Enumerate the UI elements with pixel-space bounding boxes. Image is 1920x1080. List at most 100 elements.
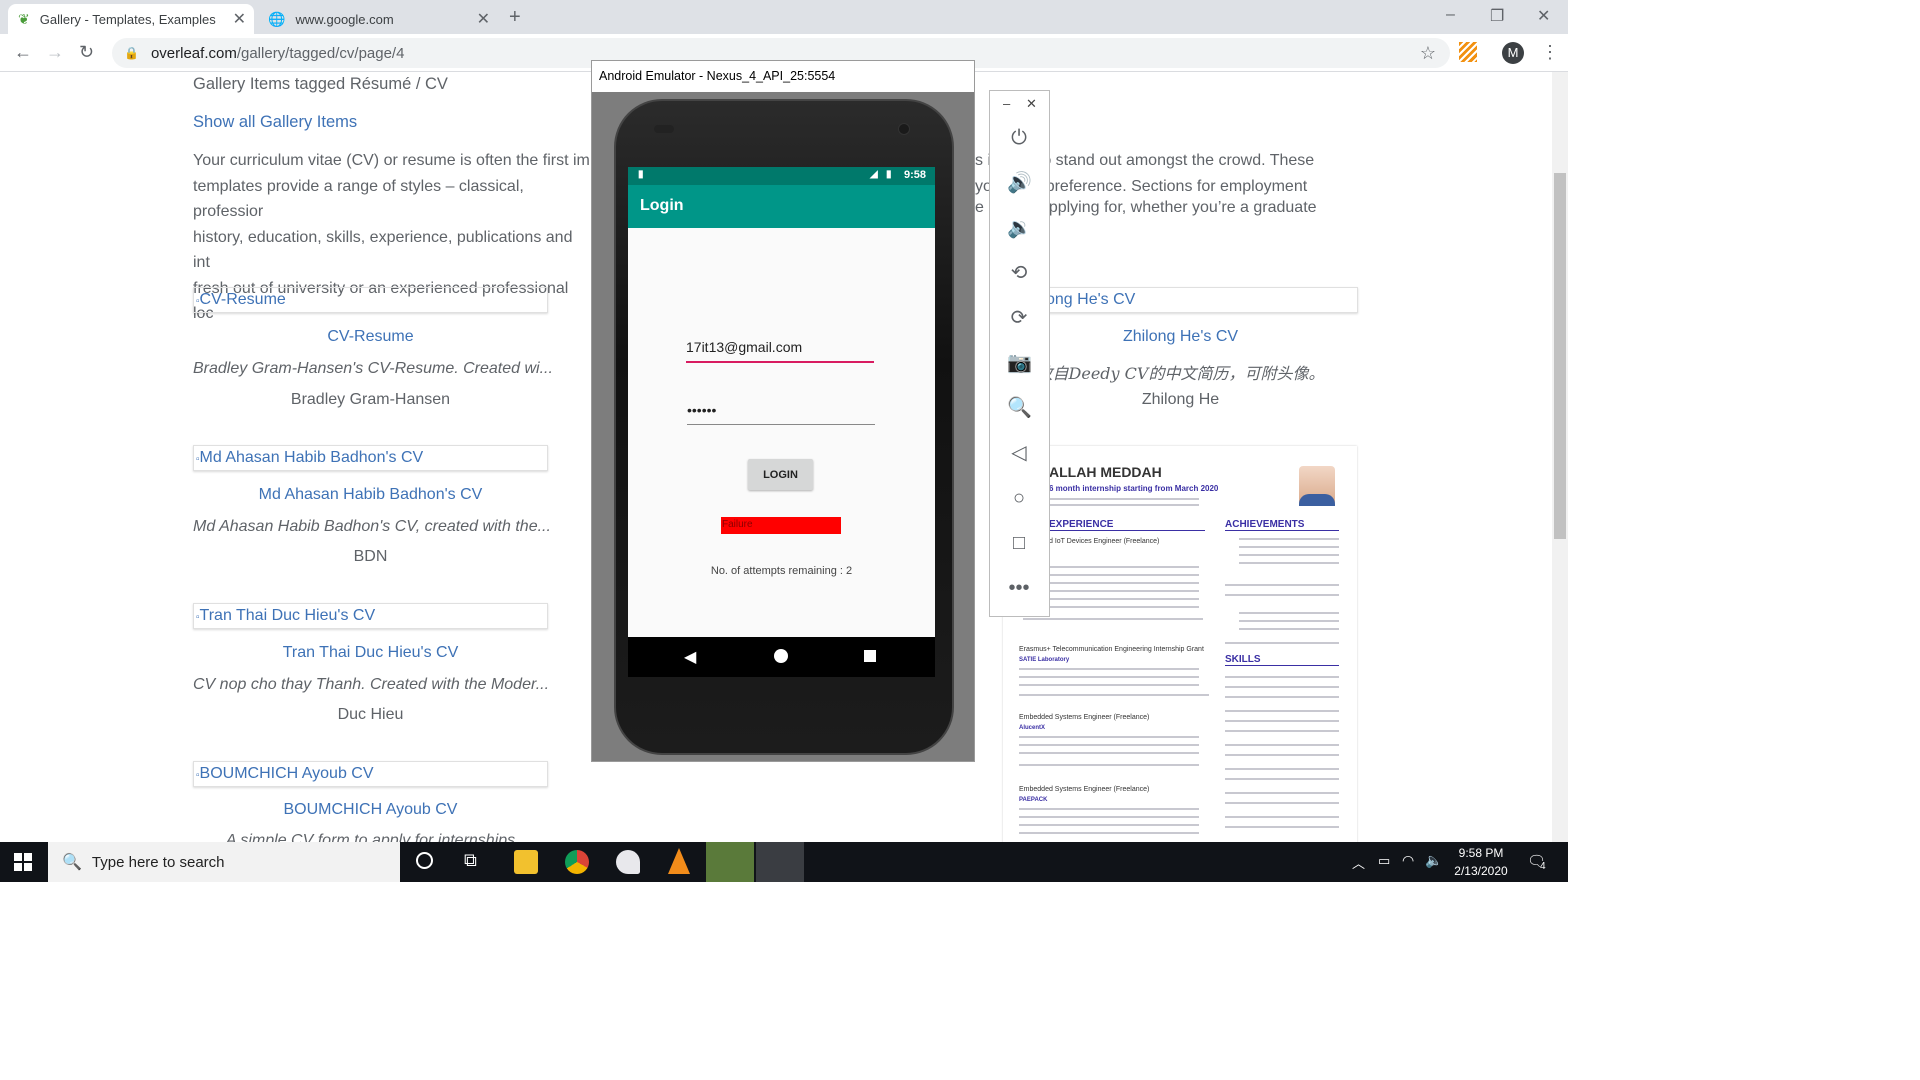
android-status-bar: ▮ ◢ ▮ 9:58 [628, 167, 935, 185]
login-button[interactable]: LOGIN [748, 459, 813, 490]
taskbar-search[interactable]: 🔍 Type here to search [48, 842, 400, 882]
android-back-icon[interactable]: ◀ [684, 647, 696, 667]
paint-icon[interactable] [616, 850, 640, 874]
bookmark-star-icon[interactable]: ☆ [1420, 43, 1436, 64]
notification-count: 4 [1540, 861, 1546, 872]
speaker-tray-icon[interactable]: 🔈 [1425, 852, 1442, 869]
close-tab-icon[interactable]: ✕ [233, 9, 246, 29]
phone-screen: ▮ ◢ ▮ 9:58 Login LOGIN Failure No. of at… [628, 167, 935, 637]
tab-title: Gallery - Templates, Examples an [39, 11, 220, 27]
card-author: Bradley Gram-Hansen [290, 391, 451, 408]
tab-google[interactable]: 🌐 www.google.com ✕ [258, 4, 498, 34]
card-title[interactable]: CV-Resume [193, 328, 548, 346]
url-host: overleaf.com [150, 44, 237, 62]
android-emulator-window: Android Emulator - Nexus_4_API_25:5554 ▮… [591, 60, 975, 762]
forward-arrow-icon[interactable]: → [46, 42, 64, 63]
battery-icon: ▮ [886, 169, 892, 180]
cv-photo [1299, 466, 1335, 506]
cv-preview-image[interactable]: ALLAH MEDDAH 6 month internship starting… [1003, 446, 1357, 842]
card-title[interactable]: Md Ahasan Habib Badhon's CV [193, 486, 548, 504]
card-author: BDN [353, 548, 388, 565]
android-home-icon[interactable] [774, 649, 788, 663]
clock-time: 9:58 PM [1458, 846, 1504, 860]
card-description: 改自Deedy CV的中文简历，可附头像。 [1036, 364, 1325, 383]
card-description: CV nop cho thay Thanh. Created with the … [193, 676, 550, 693]
android-studio-icon[interactable] [706, 842, 754, 882]
task-view-icon[interactable]: ⧉ [464, 850, 477, 871]
windows-start-icon[interactable] [14, 853, 32, 871]
toolbar-minimize-icon[interactable]: – [1003, 96, 1010, 111]
cv-company: SATIE Laboratory [1019, 657, 1070, 663]
tray-chevron-icon[interactable]: ︿ [1352, 853, 1365, 872]
close-window-button[interactable]: ✕ [1537, 6, 1550, 26]
toolbar-close-icon[interactable]: ✕ [1026, 96, 1037, 112]
cv-job: Embedded Systems Engineer (Freelance) [1019, 714, 1150, 721]
emulator-title: Android Emulator - Nexus_4_API_25:5554 [592, 61, 974, 92]
page-scrollbar[interactable] [1552, 72, 1568, 842]
camera-icon[interactable]: 📷 [1007, 351, 1032, 375]
vlc-icon[interactable] [668, 848, 690, 874]
scrollbar-thumb[interactable] [1554, 173, 1566, 539]
new-tab-button[interactable]: + [509, 6, 521, 29]
battery-tray-icon[interactable]: ▭ [1378, 853, 1390, 869]
back-icon[interactable]: ◁ [1007, 441, 1031, 465]
chrome-icon[interactable] [565, 850, 589, 874]
front-camera [898, 123, 910, 135]
power-icon[interactable]: ⏻ [1007, 126, 1031, 150]
android-overview-icon[interactable] [864, 650, 876, 662]
card-image[interactable]: ▫CV-Resume [193, 287, 548, 313]
taskbar-clock[interactable]: 9:58 PM 2/13/2020 [1446, 844, 1516, 880]
file-explorer-icon[interactable] [514, 850, 538, 874]
maximize-button[interactable]: ❐ [1490, 6, 1504, 26]
close-tab-icon[interactable]: ✕ [477, 9, 490, 29]
card-image[interactable]: ▫BOUMCHICH Ayoub CV [193, 761, 548, 787]
volume-down-icon[interactable]: 🔉 [1007, 216, 1032, 240]
emulator-taskbar-icon[interactable] [756, 842, 804, 882]
status-time: 9:58 [904, 169, 927, 181]
overview-icon[interactable]: □ [1007, 531, 1031, 555]
cv-job: Embedded Systems Engineer (Freelance) [1019, 786, 1150, 793]
tab-overleaf-gallery[interactable]: ❦ Gallery - Templates, Examples an ✕ [8, 4, 254, 34]
menu-kebab-icon[interactable]: ⋮ [1541, 42, 1559, 63]
card-description: A simple CV form to apply for internship… [225, 832, 516, 842]
page-heading: Gallery Items tagged Résumé / CV [193, 75, 448, 93]
sd-card-icon: ▮ [638, 169, 644, 180]
attempts-remaining-text: No. of attempts remaining : 2 [710, 565, 853, 577]
email-field[interactable] [686, 333, 874, 363]
cv-section-heading: SKILLS [1225, 654, 1339, 666]
minimize-button[interactable]: – [1446, 6, 1455, 24]
card-author: Zhilong He [1141, 391, 1220, 408]
failure-message: Failure [721, 517, 841, 534]
back-arrow-icon[interactable]: ← [14, 42, 32, 63]
url-path: /gallery/tagged/cv/page/4 [236, 44, 405, 62]
card-title[interactable]: Zhilong He's CV [1003, 328, 1358, 346]
search-placeholder: Type here to search [91, 853, 225, 871]
cv-company: PAEPACK [1019, 797, 1048, 803]
cv-name: ALLAH MEDDAH [1049, 464, 1162, 480]
cv-section-heading: EXPERIENCE [1049, 519, 1205, 531]
rotate-left-icon[interactable]: ⟲ [1007, 261, 1031, 285]
more-icon[interactable]: ••• [1007, 576, 1031, 600]
windows-taskbar: 🔍 Type here to search ⧉ ︿ ▭ ◠ 🔈 9:58 PM … [0, 842, 1568, 882]
extension-icon[interactable] [1459, 42, 1477, 62]
rotate-right-icon[interactable]: ⟳ [1007, 306, 1031, 330]
cv-job: Erasmus+ Telecommunication Engineering I… [1019, 646, 1204, 653]
cortana-icon[interactable] [416, 852, 433, 869]
overleaf-leaf-icon: ❦ [18, 10, 30, 27]
cv-job: d IoT Devices Engineer (Freelance) [1049, 538, 1160, 545]
profile-avatar[interactable]: M [1502, 42, 1524, 64]
show-all-link[interactable]: Show all Gallery Items [193, 113, 357, 132]
password-field[interactable] [687, 395, 875, 425]
clock-date: 2/13/2020 [1454, 864, 1508, 878]
card-title[interactable]: BOUMCHICH Ayoub CV [193, 801, 548, 819]
card-description: Bradley Gram-Hansen's CV-Resume. Created… [193, 360, 553, 377]
card-image[interactable]: ong He's CV [1003, 287, 1358, 313]
reload-icon[interactable]: ↻ [79, 42, 94, 63]
zoom-icon[interactable]: 🔍 [1007, 396, 1032, 420]
card-image[interactable]: ▫Md Ahasan Habib Badhon's CV [193, 445, 548, 471]
volume-up-icon[interactable]: 🔊 [1007, 171, 1032, 195]
wifi-icon[interactable]: ◠ [1402, 852, 1414, 869]
home-icon[interactable]: ○ [1007, 486, 1031, 510]
card-title[interactable]: Tran Thai Duc Hieu's CV [193, 644, 548, 662]
card-image[interactable]: ▫Tran Thai Duc Hieu's CV [193, 603, 548, 629]
